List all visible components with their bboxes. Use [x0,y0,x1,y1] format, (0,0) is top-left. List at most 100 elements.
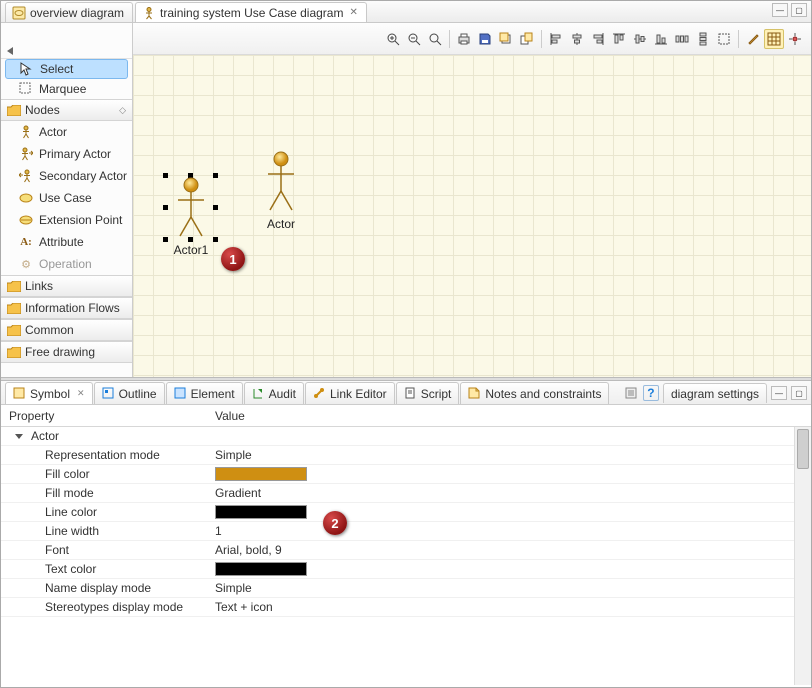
text-color-swatch[interactable] [215,562,307,576]
diagram-actor2[interactable]: Actor [253,147,309,231]
marquee-icon [19,82,33,96]
clone-icon[interactable] [517,29,537,49]
align-left-icon[interactable] [546,29,566,49]
view-menu-icon[interactable] [623,385,639,401]
attribute-icon: A: [19,235,33,249]
help-icon[interactable]: ? [643,385,659,401]
zoom-fit-icon[interactable] [425,29,445,49]
tool-marquee[interactable]: Marquee [1,79,132,99]
maximize-button[interactable]: ▢ [791,386,807,400]
prop-name-display-mode[interactable]: Name display modeSimple [1,579,811,598]
tab-label: overview diagram [30,6,124,20]
properties-scrollbar[interactable] [794,427,811,685]
scrollbar-thumb[interactable] [797,429,809,469]
folder-icon [7,281,21,292]
notes-tab-icon [468,387,481,400]
snap-icon[interactable] [785,29,805,49]
prop-line-width[interactable]: Line width1 [1,522,811,541]
properties-header: Property Value [1,405,811,427]
palette-node-label: Use Case [39,191,92,205]
drawer-links[interactable]: Links [1,275,132,297]
callout-1: 1 [221,247,245,271]
prop-stereotypes-display-mode[interactable]: Stereotypes display modeText + icon [1,598,811,617]
prop-line-color[interactable]: Line color [1,503,811,522]
tab-symbol[interactable]: Symbol✕ [5,382,93,404]
brush-icon[interactable] [743,29,763,49]
palette-node-label: Extension Point [39,213,122,227]
distribute-v-icon[interactable] [693,29,713,49]
drawer-information-flows[interactable]: Information Flows [1,297,132,319]
palette-node-primary-actor[interactable]: Primary Actor [1,143,132,165]
drawer-nodes[interactable]: Nodes ◇ [1,99,132,121]
palette-node-operation[interactable]: ⚙Operation [1,253,132,275]
fill-color-swatch[interactable] [215,467,307,481]
diagram-actor1[interactable]: Actor1 [163,173,219,257]
tab-element[interactable]: Element [166,382,243,404]
palette-node-extension-point[interactable]: Extension Point [1,209,132,231]
prop-representation-mode[interactable]: Representation modeSimple [1,446,811,465]
align-bottom-icon[interactable] [651,29,671,49]
align-center-h-icon[interactable] [567,29,587,49]
editor-tabstrip: overview diagram training system Use Cas… [1,1,811,23]
palette-node-usecase[interactable]: Use Case [1,187,132,209]
print-icon[interactable] [454,29,474,49]
tab-outline[interactable]: Outline [94,382,165,404]
prop-font[interactable]: FontArial, bold, 9 [1,541,811,560]
prop-group-actor[interactable]: Actor [1,427,811,446]
script-tab-icon [404,387,417,400]
maximize-button[interactable]: ▢ [791,3,807,17]
palette: Select Marquee Nodes ◇ Actor Primary Act… [1,23,133,377]
zoom-in-icon[interactable] [383,29,403,49]
tab-overview-diagram[interactable]: overview diagram [5,2,133,22]
col-property: Property [9,409,54,423]
folder-icon [7,303,21,314]
copy-image-icon[interactable] [496,29,516,49]
symbol-tab-icon [13,387,26,400]
minimize-button[interactable]: — [771,386,787,400]
tab-script[interactable]: Script [396,382,460,404]
save-icon[interactable] [475,29,495,49]
palette-node-attribute[interactable]: A:Attribute [1,231,132,253]
align-middle-icon[interactable] [630,29,650,49]
drawer-label: Common [25,323,74,337]
palette-node-label: Secondary Actor [39,169,127,183]
properties-tabstrip: Symbol✕ Outline Element Audit Link Edito… [1,381,811,405]
pin-icon[interactable]: ◇ [119,105,126,116]
prop-fill-mode[interactable]: Fill modeGradient [1,484,811,503]
drawer-label: Free drawing [25,345,95,359]
palette-node-secondary-actor[interactable]: Secondary Actor [1,165,132,187]
element-tab-icon [174,387,187,400]
tool-label: Marquee [39,82,86,96]
properties-table: Actor Representation modeSimple Fill col… [1,427,811,685]
close-icon[interactable]: ✕ [77,388,85,399]
same-size-icon[interactable] [714,29,734,49]
distribute-h-icon[interactable] [672,29,692,49]
line-color-swatch[interactable] [215,505,307,519]
close-icon[interactable]: ✕ [349,7,357,18]
tool-select[interactable]: Select [5,59,128,79]
zoom-out-icon[interactable] [404,29,424,49]
minimize-button[interactable]: — [772,3,788,17]
actor-diagram-icon [142,6,156,20]
grid-toggle-icon[interactable] [764,29,784,49]
tab-label: training system Use Case diagram [160,6,343,20]
drawer-common[interactable]: Common [1,319,132,341]
audit-tab-icon [252,387,265,400]
tab-training-usecase-diagram[interactable]: training system Use Case diagram ✕ [135,2,367,22]
prop-text-color[interactable]: Text color [1,560,811,579]
align-top-icon[interactable] [609,29,629,49]
tab-notes[interactable]: Notes and constraints [460,382,609,404]
palette-node-label: Actor [39,125,67,139]
palette-node-actor[interactable]: Actor [1,121,132,143]
diagram-canvas[interactable]: Actor1 Actor [133,55,811,377]
tab-audit[interactable]: Audit [244,382,304,404]
usecase-icon [19,191,33,205]
align-right-icon[interactable] [588,29,608,49]
palette-collapse-strip[interactable] [1,23,132,59]
drawer-free-drawing[interactable]: Free drawing [1,341,132,363]
prop-fill-color[interactable]: Fill color [1,465,811,484]
tab-link-editor[interactable]: Link Editor [305,382,395,404]
expand-icon[interactable] [15,434,23,439]
tab-diagram-settings[interactable]: diagram settings [663,383,767,403]
drawer-label: Nodes [25,103,60,117]
